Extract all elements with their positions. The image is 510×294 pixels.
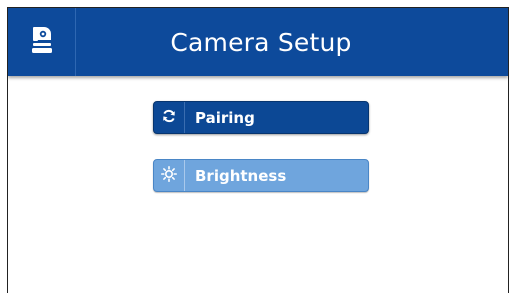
- header-icon-cell: [8, 8, 76, 76]
- header-bar: Camera Setup: [8, 8, 508, 76]
- sun-icon: [161, 165, 177, 186]
- refresh-icon: [162, 108, 176, 127]
- camera-icon: [31, 25, 53, 59]
- pairing-label: Pairing: [195, 108, 255, 127]
- pairing-button[interactable]: Pairing: [153, 101, 369, 134]
- brightness-icon-cell: [154, 160, 185, 191]
- page-title: Camera Setup: [170, 27, 352, 57]
- brightness-button[interactable]: Brightness: [153, 159, 369, 192]
- pairing-icon-cell: [154, 102, 185, 133]
- app-window: Camera Setup Pairing Brightness: [7, 7, 509, 293]
- brightness-label: Brightness: [195, 166, 287, 185]
